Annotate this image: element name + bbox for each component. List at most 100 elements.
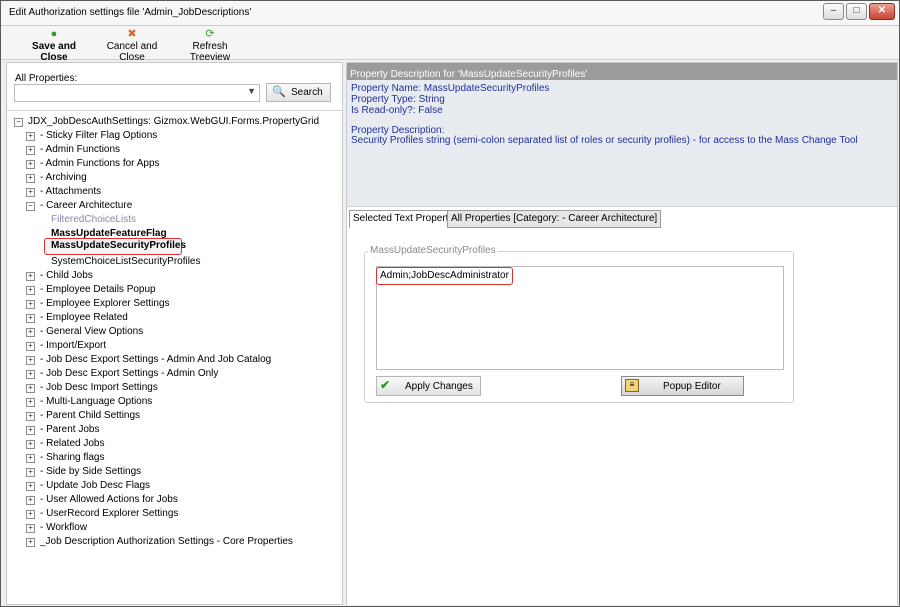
- tree-group-label: - Update Job Desc Flags: [40, 480, 151, 491]
- tree-group-label: - Employee Related: [40, 312, 128, 323]
- expand-icon[interactable]: +: [26, 328, 35, 337]
- tree-property-label: MassUpdateSecurityProfiles: [51, 240, 187, 251]
- tree-group-label: - Parent Jobs: [40, 424, 100, 435]
- tree-group-label: _Job Description Authorization Settings …: [40, 536, 293, 547]
- expand-icon[interactable]: +: [26, 174, 35, 183]
- expand-icon[interactable]: +: [26, 468, 35, 477]
- maximize-button[interactable]: □: [846, 3, 867, 20]
- property-description-text: Security Profiles string (semi-colon sep…: [351, 135, 858, 146]
- tree-root-label: JDX_JobDescAuthSettings: Gizmox.WebGUI.F…: [28, 116, 320, 127]
- title-bar: Edit Authorization settings file 'Admin_…: [1, 1, 899, 26]
- expand-icon[interactable]: +: [26, 412, 35, 421]
- cancel-icon: ✖: [127, 28, 137, 40]
- tree-group-label: - Sharing flags: [40, 452, 105, 463]
- tree-group-label: - Side by Side Settings: [40, 466, 142, 477]
- collapse-icon[interactable]: −: [14, 118, 23, 127]
- window-title: Edit Authorization settings file 'Admin_…: [9, 7, 252, 18]
- read-only-text: Is Read-only?: False: [351, 105, 443, 116]
- property-tree-panel: All Properties: ▼ 🔍 Search − JDX_JobDesc…: [6, 62, 343, 605]
- tree-group-label: - Import/Export: [40, 340, 107, 351]
- tab-label: All Properties [Category: - Career Archi…: [451, 213, 658, 224]
- search-icon: 🔍: [272, 86, 286, 98]
- expand-icon[interactable]: +: [26, 300, 35, 309]
- tree-group-label: - Child Jobs: [40, 270, 93, 281]
- property-description-header: Property Description for 'MassUpdateSecu…: [347, 63, 897, 80]
- save-and-close-button[interactable]: ● Save and Close: [19, 28, 89, 63]
- refresh-icon: ⟳: [205, 28, 215, 40]
- tree-group-label: - Admin Functions: [40, 144, 121, 155]
- tree-group-label: - Job Desc Export Settings - Admin Only: [40, 368, 219, 379]
- property-value-text[interactable]: Admin;JobDescAdministrator: [376, 267, 513, 285]
- expand-icon[interactable]: +: [26, 286, 35, 295]
- property-description-title: Property Description for 'MassUpdateSecu…: [350, 69, 588, 80]
- tree-group-label: - Employee Explorer Settings: [40, 298, 170, 309]
- expand-icon[interactable]: +: [26, 538, 35, 547]
- toolbar: ● Save and Close ✖ Cancel and Close ⟳ Re…: [1, 26, 899, 63]
- apply-changes-label: Apply Changes: [405, 381, 473, 392]
- tree-property-label: FilteredChoiceLists: [51, 214, 137, 225]
- apply-changes-button[interactable]: ✔ Apply Changes: [376, 376, 481, 396]
- expand-icon[interactable]: +: [26, 510, 35, 519]
- expand-icon[interactable]: +: [26, 342, 35, 351]
- cancel-and-close-button[interactable]: ✖ Cancel and Close: [97, 28, 167, 63]
- tree-group-label: - Employee Details Popup: [40, 284, 156, 295]
- property-description-panel: Property Description for 'MassUpdateSecu…: [347, 63, 897, 206]
- popup-editor-button[interactable]: ≡ Popup Editor: [621, 376, 744, 396]
- expand-icon[interactable]: +: [26, 524, 35, 533]
- save-and-close-label: Save and Close: [32, 41, 76, 63]
- tree-group-label: - Attachments: [40, 186, 102, 197]
- divider: [7, 110, 342, 111]
- tree-property-label: SystemChoiceListSecurityProfiles: [51, 256, 201, 267]
- all-properties-label: All Properties:: [15, 73, 78, 84]
- expand-icon[interactable]: +: [26, 496, 35, 505]
- tree-group-label: - Job Desc Export Settings - Admin And J…: [40, 354, 272, 365]
- expand-icon[interactable]: +: [26, 356, 35, 365]
- expand-icon[interactable]: +: [26, 370, 35, 379]
- tab-all-properties[interactable]: All Properties [Category: - Career Archi…: [447, 210, 662, 228]
- window: Edit Authorization settings file 'Admin_…: [0, 0, 900, 607]
- tree-group-label: - User Allowed Actions for Jobs: [40, 494, 178, 505]
- expand-icon[interactable]: +: [26, 440, 35, 449]
- expand-icon[interactable]: +: [26, 398, 35, 407]
- property-detail-panel: Property Description for 'MassUpdateSecu…: [346, 62, 898, 605]
- tree-group-label: - General View Options: [40, 326, 144, 337]
- minimize-button[interactable]: –: [823, 3, 844, 20]
- property-edit-group: MassUpdateSecurityProfiles Admin;JobDesc…: [364, 245, 794, 403]
- property-value-textarea[interactable]: Admin;JobDescAdministrator: [376, 266, 784, 370]
- popup-editor-label: Popup Editor: [663, 381, 721, 392]
- tab-selected-text-property[interactable]: Selected Text Property: [349, 210, 458, 228]
- expand-icon[interactable]: +: [26, 160, 35, 169]
- collapse-icon[interactable]: −: [26, 202, 35, 211]
- expand-icon[interactable]: +: [26, 146, 35, 155]
- search-button[interactable]: 🔍 Search: [266, 83, 331, 102]
- expand-icon[interactable]: +: [26, 482, 35, 491]
- tree-group-label: - Workflow: [40, 522, 88, 533]
- tabs-area: Selected Text Property All Properties [C…: [347, 206, 897, 605]
- expand-icon[interactable]: +: [26, 384, 35, 393]
- cancel-and-close-label: Cancel and Close: [106, 41, 158, 63]
- editor-icon: ≡: [625, 379, 639, 392]
- refresh-treeview-label: Refresh Treeview: [189, 41, 231, 63]
- close-button[interactable]: ✕: [869, 3, 895, 20]
- tab-label: Selected Text Property: [353, 213, 454, 224]
- check-icon: ●: [50, 28, 58, 40]
- expand-icon[interactable]: +: [26, 188, 35, 197]
- tree-group-label: - Career Architecture: [40, 200, 133, 211]
- chevron-down-icon[interactable]: ▼: [247, 86, 256, 96]
- group-title: MassUpdateSecurityProfiles: [368, 245, 498, 256]
- tree-group-label: - Related Jobs: [40, 438, 105, 449]
- expand-icon[interactable]: +: [26, 426, 35, 435]
- tree-group-label: - Sticky Filter Flag Options: [40, 130, 158, 141]
- property-name-text: Property Name: MassUpdateSecurityProfile…: [351, 83, 550, 94]
- expand-icon[interactable]: +: [26, 454, 35, 463]
- expand-icon[interactable]: +: [26, 132, 35, 141]
- property-type-text: Property Type: String: [351, 94, 445, 105]
- tree-group-label: - Parent Child Settings: [40, 410, 141, 421]
- tree-group-label: - Job Desc Import Settings: [40, 382, 158, 393]
- refresh-treeview-button[interactable]: ⟳ Refresh Treeview: [175, 28, 245, 63]
- tree-group-label: - Multi-Language Options: [40, 396, 153, 407]
- expand-icon[interactable]: +: [26, 272, 35, 281]
- search-label: Search: [291, 87, 323, 98]
- expand-icon[interactable]: +: [26, 314, 35, 323]
- all-properties-select[interactable]: ▼: [14, 84, 260, 102]
